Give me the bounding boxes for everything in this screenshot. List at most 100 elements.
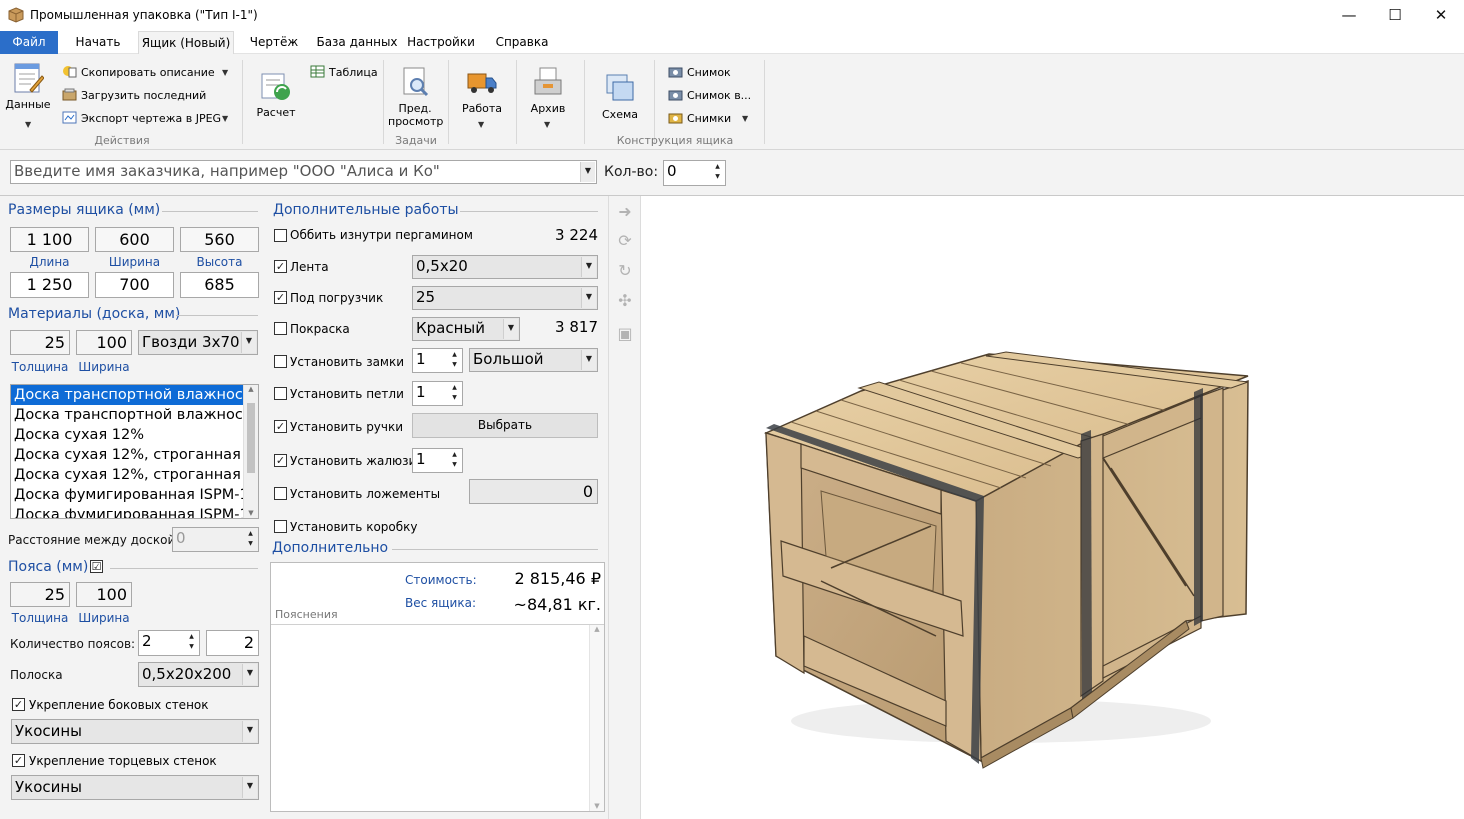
locks-count-spinner[interactable]: 1 ▲ ▼ [412,348,463,373]
chevron-up-icon[interactable]: ▲ [244,385,258,393]
cradles-field[interactable]: 0 [469,479,598,504]
choose-handles-button[interactable]: Выбрать [412,413,598,438]
belt-count-field-2[interactable]: 2 [206,630,259,656]
board-thickness-field[interactable]: 25 [10,330,70,355]
scheme-button[interactable]: Схема [596,72,644,121]
hinges-checkbox[interactable] [274,387,287,400]
menu-help[interactable]: Справка [490,31,554,54]
ext-height-field[interactable]: 685 [180,272,259,298]
list-item[interactable]: Доска фумигированная ISPM-15 [11,485,244,505]
notes-textarea[interactable]: ▲ ▼ [271,624,604,811]
width-field[interactable]: 600 [95,227,174,252]
belt-count-spinner[interactable]: 2 ▲ ▼ [138,630,200,656]
list-item[interactable]: Доска фумигированная ISPM-15 [11,505,244,518]
chevron-down-icon[interactable]: ▼ [244,509,258,517]
archive-button[interactable]: Архив [522,66,574,115]
spinner-arrows-icon[interactable]: ▲ ▼ [185,632,198,654]
forklift-combo[interactable]: 25 ▼ [412,286,598,310]
snapshots-button[interactable]: Снимки [668,111,731,126]
cradles-checkbox[interactable] [274,487,287,500]
load-last-button[interactable]: Загрузить последний [62,88,206,103]
side-reinforce-combo[interactable]: Укосины ▼ [11,719,259,744]
snapshot-in-button[interactable]: Снимок в... [668,88,751,103]
board-type-list[interactable]: Доска транспортной влажности Доска транс… [10,384,259,519]
louvers-count-spinner[interactable]: 1 ▲ ▼ [412,448,463,473]
end-reinforce-combo[interactable]: Укосины ▼ [11,775,259,800]
ext-length-field[interactable]: 1 250 [10,272,89,298]
board-width-field[interactable]: 100 [76,330,132,355]
list-item[interactable]: Доска сухая 12%, строганная с 4- [11,465,244,485]
belt-thickness-field[interactable]: 25 [10,582,70,607]
work-dropdown-icon[interactable]: ▼ [478,120,484,129]
copy-dropdown-icon[interactable]: ▼ [222,68,228,77]
snapshot-button[interactable]: Снимок [668,65,731,80]
chevron-down-icon[interactable]: ▼ [242,721,257,742]
chevron-down-icon[interactable]: ▼ [242,777,257,798]
menu-file[interactable]: Файл [0,31,58,54]
locks-checkbox[interactable] [274,355,287,368]
spinner-arrows-icon[interactable]: ▲ ▼ [711,162,724,184]
menu-box-new[interactable]: Ящик (Новый) [138,31,234,54]
customer-combo[interactable]: Введите имя заказчика, например "ООО "Ал… [10,160,597,184]
handles-checkbox[interactable]: ✓ [274,420,287,433]
data-dropdown-icon[interactable]: ▼ [25,120,31,129]
arrow-right-icon[interactable]: ➜ [613,200,637,224]
table-button[interactable]: Таблица [310,65,378,80]
spinner-arrows-icon[interactable]: ▲ ▼ [244,529,257,550]
chevron-up-icon[interactable]: ▲ [590,625,604,633]
spinner-arrows-icon[interactable]: ▲ ▼ [448,350,461,371]
hinges-count-spinner[interactable]: 1 ▲ ▼ [412,381,463,406]
belts-checkbox[interactable]: ☑ [90,560,103,573]
export-jpeg-button[interactable]: Экспорт чертежа в JPEG [62,111,221,126]
side-reinforce-checkbox[interactable]: ✓ [12,698,25,711]
minimize-button[interactable]: — [1326,0,1372,31]
menu-settings[interactable]: Настройки [404,31,478,54]
spinner-arrows-icon[interactable]: ▲ ▼ [448,383,461,404]
tape-checkbox[interactable]: ✓ [274,260,287,273]
move-icon[interactable]: ✣ [613,289,637,313]
tape-combo[interactable]: 0,5х20 ▼ [412,255,598,279]
menu-start[interactable]: Начать [68,31,128,54]
work-button[interactable]: Работа [456,66,508,115]
locks-size-combo[interactable]: Большой ▼ [469,348,598,372]
height-field[interactable]: 560 [180,227,259,252]
spinner-arrows-icon[interactable]: ▲ ▼ [448,450,461,471]
menu-drawing[interactable]: Чертёж [242,31,306,54]
list-item[interactable]: Доска сухая 12% [11,425,244,445]
chevron-down-icon[interactable]: ▼ [242,664,257,685]
list-item[interactable]: Доска транспортной влажности [11,385,244,405]
paint-checkbox[interactable] [274,322,287,335]
forklift-checkbox[interactable]: ✓ [274,291,287,304]
paint-combo[interactable]: Красный ▼ [412,317,520,341]
maximize-button[interactable]: ☐ [1372,0,1418,31]
ext-width-field[interactable]: 700 [95,272,174,298]
preview-button[interactable]: Пред. просмотр [388,66,443,128]
chevron-down-icon[interactable]: ▼ [581,288,596,308]
louvers-checkbox[interactable]: ✓ [274,454,287,467]
parchment-checkbox[interactable] [274,229,287,242]
chevron-down-icon[interactable]: ▼ [580,162,595,182]
notes-scrollbar[interactable]: ▲ ▼ [589,625,604,811]
export-dropdown-icon[interactable]: ▼ [222,114,228,123]
strip-combo[interactable]: 0,5х20х200 ▼ [138,662,259,687]
scroll-thumb[interactable] [247,403,255,473]
fastener-combo[interactable]: Гвозди 3х70 ▼ [138,330,258,355]
menu-database[interactable]: База данных [314,31,400,54]
chevron-down-icon[interactable]: ▼ [241,332,256,353]
list-item[interactable]: Доска транспортной влажности [11,405,244,425]
copy-description-button[interactable]: Скопировать описание [62,65,215,80]
chevron-down-icon[interactable]: ▼ [581,257,596,277]
list-item[interactable]: Доска сухая 12%, строганная с 1- [11,445,244,465]
chevron-down-icon[interactable]: ▼ [581,350,596,370]
end-reinforce-checkbox[interactable]: ✓ [12,754,25,767]
calc-button[interactable]: Расчет [252,70,300,119]
redo-icon[interactable]: ↻ [613,259,637,283]
qty-spinner[interactable]: 0 ▲ ▼ [663,160,726,186]
camera-icon[interactable]: ▣ [613,322,637,346]
archive-dropdown-icon[interactable]: ▼ [544,120,550,129]
chevron-down-icon[interactable]: ▼ [590,802,604,810]
snapshots-dropdown-icon[interactable]: ▼ [742,114,748,123]
close-button[interactable]: ✕ [1418,0,1464,31]
length-field[interactable]: 1 100 [10,227,89,252]
3d-view[interactable] [641,196,1464,819]
